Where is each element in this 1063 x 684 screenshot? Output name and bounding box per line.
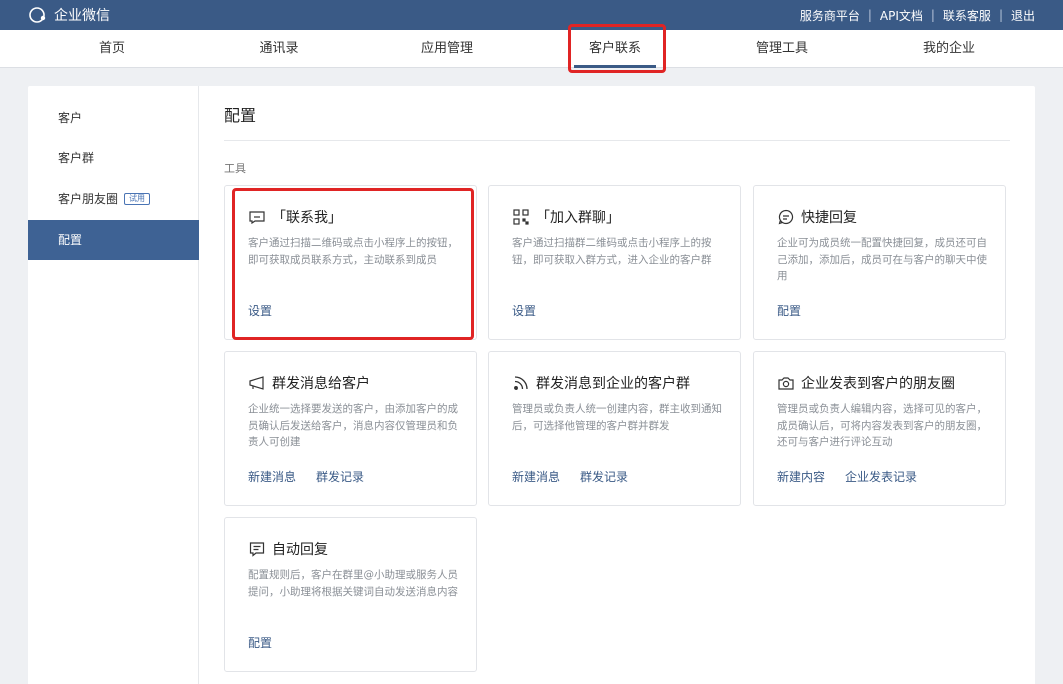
- card-title: 快捷回复: [801, 210, 857, 226]
- card-description: 企业可为成员统一配置快捷回复，成员还可自己添加，添加后，成员可在与客户的聊天中使…: [777, 237, 987, 282]
- tool-card-post-to-moments: 企业发表到客户的朋友圈 管理员或负责人编辑内容，选择可见的客户，成员确认后，可将…: [753, 351, 1006, 506]
- card-description: 配置规则后，客户在群里@小助理或服务人员提问，小助理将根据关键词自动发送消息内容: [248, 569, 458, 598]
- card-header: 群发消息到企业的客户群: [512, 373, 690, 393]
- card-header: 快捷回复: [777, 207, 857, 227]
- top-links: 服务商平台 | API文档 | 联系客服 | 退出: [800, 0, 1035, 30]
- sidebar: 客户 客户群 客户朋友圈 试用 配置: [28, 86, 199, 684]
- card-actions: 新建消息 群发记录: [248, 468, 364, 485]
- auto-reply-icon: [248, 540, 266, 558]
- card-header: 企业发表到客户的朋友圈: [777, 373, 955, 393]
- sidebar-item-label: 客户群: [58, 151, 95, 165]
- sidebar-item-label: 客户: [58, 111, 83, 125]
- top-bar: 企业微信 服务商平台 | API文档 | 联系客服 | 退出: [0, 0, 1063, 30]
- page-title: 配置: [224, 106, 257, 125]
- section-label-tools: 工具: [224, 162, 246, 175]
- card-header: 自动回复: [248, 539, 328, 559]
- card-header: 「加入群聊」: [512, 207, 620, 227]
- tab-app-management[interactable]: 应用管理: [397, 30, 497, 68]
- card-description: 企业统一选择要发送的客户，由添加客户的成员确认后发送给客户，消息内容仅管理员和负…: [248, 403, 458, 448]
- tool-card-quick-reply: 快捷回复 企业可为成员统一配置快捷回复，成员还可自己添加，添加后，成员可在与客户…: [753, 185, 1006, 340]
- separator: |: [930, 8, 935, 22]
- sidebar-item-customer-groups[interactable]: 客户群: [28, 138, 199, 178]
- nav-highlight-box: [568, 24, 666, 73]
- content-panel: 客户 客户群 客户朋友圈 试用 配置 配置 工具 「联系我」 客户通过扫描二维码或…: [28, 86, 1035, 684]
- new-message-link[interactable]: 新建消息: [248, 468, 296, 485]
- tab-management-tools[interactable]: 管理工具: [732, 30, 832, 68]
- card-highlight-box: [232, 188, 474, 340]
- qrcode-icon: [512, 208, 530, 226]
- api-docs-link[interactable]: API文档: [880, 7, 923, 24]
- card-actions: 新建内容 企业发表记录: [777, 468, 917, 485]
- sidebar-item-customer-moments[interactable]: 客户朋友圈 试用: [28, 179, 199, 219]
- app-logo[interactable]: 企业微信: [28, 5, 110, 25]
- sidebar-item-label: 配置: [58, 233, 83, 247]
- rss-icon: [512, 374, 530, 392]
- broadcast-history-link[interactable]: 群发记录: [580, 468, 628, 485]
- camera-icon: [777, 374, 795, 392]
- broadcast-history-link[interactable]: 群发记录: [316, 468, 364, 485]
- tool-card-broadcast-to-customers: 群发消息给客户 企业统一选择要发送的客户，由添加客户的成员确认后发送给客户，消息…: [224, 351, 477, 506]
- tab-my-enterprise[interactable]: 我的企业: [899, 30, 999, 68]
- card-title: 自动回复: [272, 542, 328, 558]
- configure-link[interactable]: 配置: [248, 634, 272, 651]
- main-content: 配置 工具 「联系我」 客户通过扫描二维码或点击小程序上的按钮，即可获取成员联系…: [200, 86, 1035, 684]
- card-title: 群发消息给客户: [272, 376, 370, 392]
- sidebar-item-customers[interactable]: 客户: [28, 98, 199, 138]
- app-name: 企业微信: [54, 8, 110, 24]
- card-description: 管理员或负责人编辑内容，选择可见的客户，成员确认后，可将内容发表到客户的朋友圈，…: [777, 403, 987, 448]
- card-header: 群发消息给客户: [248, 373, 370, 393]
- tool-card-broadcast-to-groups: 群发消息到企业的客户群 管理员或负责人统一创建内容，群主收到通知后，可选择他管理…: [488, 351, 741, 506]
- separator: |: [867, 8, 872, 22]
- new-message-link[interactable]: 新建消息: [512, 468, 560, 485]
- contact-support-link[interactable]: 联系客服: [943, 7, 991, 24]
- tab-home[interactable]: 首页: [62, 30, 162, 68]
- settings-link[interactable]: 设置: [512, 302, 536, 319]
- card-description: 管理员或负责人统一创建内容，群主收到通知后，可选择他管理的客户群并群发: [512, 403, 722, 432]
- sidebar-item-label: 客户朋友圈: [58, 192, 119, 206]
- trial-badge: 试用: [124, 192, 151, 205]
- card-actions: 配置: [777, 302, 801, 319]
- wecom-logo-icon: [28, 6, 50, 24]
- new-content-link[interactable]: 新建内容: [777, 468, 825, 485]
- separator: |: [998, 8, 1003, 22]
- card-title: 群发消息到企业的客户群: [536, 376, 690, 392]
- card-actions: 新建消息 群发记录: [512, 468, 628, 485]
- tool-card-auto-reply: 自动回复 配置规则后，客户在群里@小助理或服务人员提问，小助理将根据关键词自动发…: [224, 517, 477, 672]
- broadcast-icon: [248, 374, 266, 392]
- main-nav: 首页 通讯录 应用管理 客户联系 管理工具 我的企业: [0, 30, 1063, 68]
- card-description: 客户通过扫描群二维码或点击小程序上的按钮，即可获取入群方式，进入企业的客户群: [512, 237, 712, 266]
- provider-platform-link[interactable]: 服务商平台: [800, 7, 860, 24]
- title-divider: [224, 140, 1010, 141]
- card-title: 企业发表到客户的朋友圈: [801, 376, 955, 392]
- card-actions: 配置: [248, 634, 272, 651]
- card-actions: 设置: [512, 302, 536, 319]
- post-history-link[interactable]: 企业发表记录: [845, 468, 917, 485]
- configure-link[interactable]: 配置: [777, 302, 801, 319]
- sidebar-item-config[interactable]: 配置: [28, 220, 199, 260]
- tool-card-join-group: 「加入群聊」 客户通过扫描群二维码或点击小程序上的按钮，即可获取入群方式，进入企…: [488, 185, 741, 340]
- card-title: 「加入群聊」: [536, 210, 620, 226]
- quick-reply-icon: [777, 208, 795, 226]
- logout-link[interactable]: 退出: [1011, 7, 1035, 24]
- tab-contacts[interactable]: 通讯录: [229, 30, 329, 68]
